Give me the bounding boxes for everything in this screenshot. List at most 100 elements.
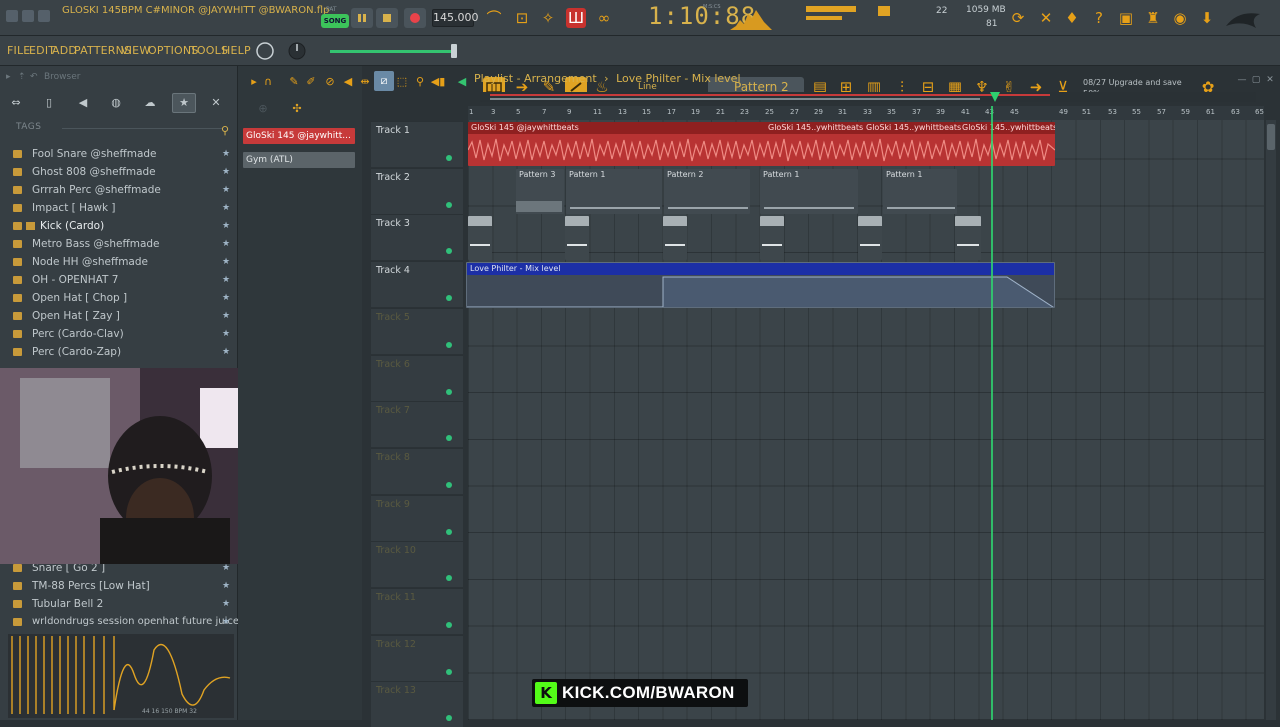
menu-help[interactable]: HELP: [222, 44, 251, 57]
star-icon[interactable]: ★: [222, 289, 230, 307]
close-icon[interactable]: [38, 10, 50, 22]
file-icon[interactable]: ▯: [40, 94, 58, 112]
delete-icon[interactable]: ⊘: [320, 72, 340, 92]
globe-icon[interactable]: ◍: [107, 94, 125, 112]
browser-item-selected[interactable]: Kick (Cardo) ★: [0, 217, 236, 235]
countdown-icon[interactable]: ✧: [538, 8, 558, 28]
star-icon[interactable]: ★: [222, 577, 230, 595]
help-icon[interactable]: ?: [1089, 8, 1109, 28]
track-header[interactable]: Track 6: [371, 354, 463, 401]
star-icon[interactable]: ★: [222, 595, 230, 613]
menu-file[interactable]: FILE: [7, 44, 30, 57]
sample-clip[interactable]: [663, 216, 687, 260]
chat-icon[interactable]: ◉: [1170, 8, 1190, 28]
browser-item[interactable]: Grrrah Perc @sheffmade ★: [0, 181, 236, 199]
star-icon[interactable]: ★: [222, 271, 230, 289]
song-mode-button[interactable]: SONG: [321, 14, 349, 28]
pattern-clip[interactable]: Pattern 3: [516, 169, 564, 214]
sample-clip[interactable]: [955, 216, 981, 260]
vertical-scrollbar[interactable]: [1266, 120, 1276, 720]
tempo-display[interactable]: 145.000: [432, 9, 479, 27]
star-icon[interactable]: ★: [222, 145, 230, 163]
track-header[interactable]: Track 10: [371, 541, 463, 588]
select-icon[interactable]: ⬚: [392, 72, 412, 92]
slip-icon[interactable]: ⇹: [355, 72, 375, 92]
star-icon[interactable]: ★: [222, 163, 230, 181]
track-enable-led[interactable]: [446, 155, 452, 161]
app-menu-icon[interactable]: [6, 10, 18, 22]
play-button[interactable]: [351, 8, 373, 28]
pattern-clip[interactable]: Pattern 2: [664, 169, 750, 214]
track-header[interactable]: Track 1: [371, 121, 463, 167]
browser-back-icon[interactable]: ↶: [30, 72, 38, 82]
star-icon[interactable]: ★: [222, 235, 230, 253]
track-header[interactable]: Track 5: [371, 307, 463, 354]
paint-icon[interactable]: ✐: [301, 72, 321, 92]
track-enable-led[interactable]: [446, 528, 452, 535]
wait-icon[interactable]: ⊡: [512, 8, 532, 28]
playhead[interactable]: [991, 106, 993, 720]
star-icon[interactable]: ★: [222, 613, 230, 631]
track-header[interactable]: Track 7: [371, 401, 463, 448]
browser-item[interactable]: Impact [ Hawk ] ★: [0, 199, 236, 217]
browser-item[interactable]: Ghost 808 @sheffmade ★: [0, 163, 236, 181]
track-header[interactable]: Track 12: [371, 634, 463, 681]
browser-item[interactable]: Perc (Cardo-Zap) ★: [0, 343, 236, 361]
browser-menu-icon[interactable]: ⇡: [18, 72, 26, 82]
track-enable-led[interactable]: [446, 435, 452, 442]
track-enable-led[interactable]: [446, 481, 452, 488]
step-edit-icon[interactable]: Ш: [566, 8, 586, 28]
track-enable-led[interactable]: [446, 388, 452, 395]
sample-clip[interactable]: [858, 216, 882, 260]
star-icon[interactable]: ★: [222, 181, 230, 199]
minimize-icon[interactable]: [22, 10, 34, 22]
track-enable-led[interactable]: [446, 668, 452, 675]
star-icon[interactable]: ★: [222, 253, 230, 271]
playlist-close-icon[interactable]: ✕: [1260, 70, 1280, 90]
browser-item[interactable]: Tubular Bell 2 ★: [0, 595, 236, 613]
star-icon[interactable]: ★: [222, 199, 230, 217]
save-icon[interactable]: ▣: [1116, 8, 1136, 28]
track-header[interactable]: Track 13: [371, 681, 463, 727]
browser-item[interactable]: TM-88 Percs [Low Hat] ★: [0, 577, 236, 595]
browser-item[interactable]: Fool Snare @sheffmade ★: [0, 145, 236, 163]
download-icon[interactable]: ⬇: [1197, 8, 1217, 28]
automation-clip[interactable]: Love Philter - Mix level: [466, 262, 1055, 308]
track-header[interactable]: Track 11: [371, 588, 463, 634]
browser-item[interactable]: Metro Bass @sheffmade ★: [0, 235, 236, 253]
browser-item[interactable]: Perc (Cardo-Clav) ★: [0, 325, 236, 343]
pattern-clip[interactable]: Pattern 1: [760, 169, 858, 214]
star-icon[interactable]: ★: [222, 325, 230, 343]
pattern-clip[interactable]: Pattern 1: [566, 169, 662, 214]
browser-item[interactable]: Node HH @sheffmade ★: [0, 253, 236, 271]
track-header[interactable]: Track 2: [371, 167, 463, 214]
track-enable-led[interactable]: [446, 295, 452, 302]
master-level-slider[interactable]: [330, 50, 456, 53]
sample-clip[interactable]: [565, 216, 589, 260]
master-slider-handle[interactable]: [451, 44, 457, 58]
slice-icon[interactable]: ⧄: [374, 71, 394, 91]
track-enable-led[interactable]: [446, 248, 452, 255]
browser-item[interactable]: OH - OPENHAT 7 ★: [0, 271, 236, 289]
sample-clip[interactable]: [760, 216, 784, 260]
horizontal-scrollbar[interactable]: [480, 92, 1256, 102]
playback-icon[interactable]: ◀▮: [428, 72, 448, 92]
audio-clip[interactable]: GloSki 145 @jaywhittbeats GloSki 145..yw…: [468, 122, 1055, 166]
track-enable-led[interactable]: [446, 201, 452, 208]
track-enable-led[interactable]: [446, 715, 452, 722]
track-header[interactable]: Track 9: [371, 494, 463, 541]
track-enable-led[interactable]: [446, 622, 452, 628]
master-pitch-knob[interactable]: [255, 41, 275, 61]
track-enable-led[interactable]: [446, 575, 452, 582]
loop-record-icon[interactable]: ∞: [594, 8, 614, 28]
star-icon[interactable]: ★: [222, 217, 230, 235]
browser-item[interactable]: Open Hat [ Zay ] ★: [0, 307, 236, 325]
favorites-star-icon[interactable]: ★: [172, 93, 196, 113]
browser-item[interactable]: wrldondrugs session openhat future juice…: [0, 613, 239, 631]
zoom-icon[interactable]: ⚲: [410, 72, 430, 92]
star-icon[interactable]: ★: [222, 307, 230, 325]
collapse-icon[interactable]: ⇔: [7, 94, 25, 112]
search-icon[interactable]: ⚲: [216, 122, 234, 140]
star-icon[interactable]: ★: [222, 343, 230, 361]
microphone-icon[interactable]: ♦: [1062, 8, 1082, 28]
